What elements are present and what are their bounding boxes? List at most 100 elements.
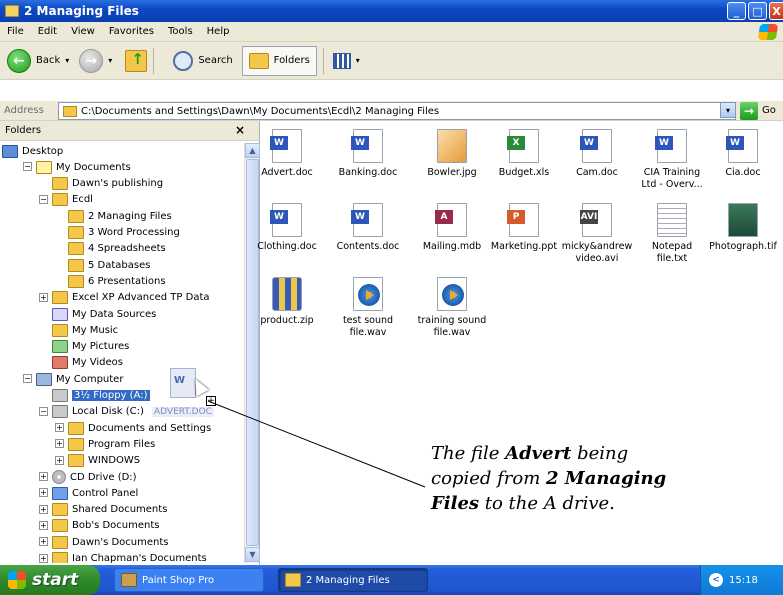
- tree-item-label: Ian Chapman's Documents: [72, 553, 207, 563]
- tree-item-label: My Videos: [72, 357, 123, 369]
- taskbar-item-paint-shop-pro[interactable]: Paint Shop Pro: [114, 568, 264, 592]
- start-button[interactable]: start: [0, 565, 100, 595]
- expand-icon[interactable]: +: [55, 439, 64, 449]
- tree-item[interactable]: 4 Spreadsheets: [68, 241, 166, 257]
- menu-help[interactable]: Help: [200, 26, 237, 37]
- file-item[interactable]: W Banking.doc: [326, 129, 410, 179]
- up-folder-icon[interactable]: [125, 49, 148, 72]
- file-item[interactable]: X Budget.xls: [482, 129, 566, 179]
- tree-item[interactable]: 3 Word Processing: [68, 225, 180, 241]
- close-pane-button[interactable]: ×: [235, 123, 245, 137]
- file-item[interactable]: Photograph.tif: [701, 203, 783, 253]
- collapse-icon[interactable]: −: [39, 406, 48, 416]
- tree-item[interactable]: 6 Presentations: [68, 273, 166, 289]
- collapse-icon[interactable]: −: [23, 374, 32, 384]
- file-item[interactable]: W Contents.doc: [326, 203, 410, 253]
- menu-tools[interactable]: Tools: [161, 26, 200, 37]
- maximize-button[interactable]: □: [748, 2, 767, 20]
- tree-item[interactable]: + Shared Documents: [39, 502, 167, 518]
- tree-item[interactable]: + Control Panel: [39, 485, 138, 501]
- chevron-down-icon[interactable]: ▾: [65, 56, 69, 65]
- file-item[interactable]: training sound file.wav: [410, 277, 494, 339]
- forward-arrow-icon: →: [79, 48, 104, 73]
- menu-file[interactable]: File: [0, 26, 31, 37]
- tree-item[interactable]: My Music: [52, 322, 118, 338]
- tree-item[interactable]: 2 Managing Files: [68, 208, 172, 224]
- tree-item[interactable]: My Videos: [52, 355, 123, 371]
- folders-pane-header: Folders ×: [0, 121, 259, 141]
- expand-icon[interactable]: +: [39, 520, 48, 530]
- file-name: test sound file.wav: [342, 315, 394, 338]
- file-name: Marketing.ppt: [490, 241, 558, 252]
- tray-icon[interactable]: <: [709, 573, 723, 587]
- search-label: Search: [198, 55, 233, 66]
- minimize-button[interactable]: _: [727, 2, 746, 20]
- expand-icon[interactable]: +: [39, 537, 48, 547]
- file-item[interactable]: product.zip: [245, 277, 329, 327]
- tree-item-label: Documents and Settings: [88, 422, 212, 434]
- go-label[interactable]: Go: [762, 105, 776, 116]
- taskbar-item-managing-files[interactable]: 2 Managing Files: [278, 568, 428, 592]
- menu-view[interactable]: View: [64, 26, 102, 37]
- expand-icon[interactable]: +: [55, 423, 64, 433]
- folders-button[interactable]: Folders: [241, 45, 317, 76]
- expand-icon[interactable]: +: [39, 553, 48, 563]
- file-type-badge: W: [270, 136, 288, 150]
- tree-item[interactable]: 3½ Floppy (A:): [52, 388, 150, 404]
- menu-edit[interactable]: Edit: [31, 26, 64, 37]
- go-button[interactable]: →: [740, 102, 758, 120]
- tree-item[interactable]: + WINDOWS: [55, 453, 140, 469]
- tree-item[interactable]: My Data Sources: [52, 306, 156, 322]
- tree-item[interactable]: − My Documents: [23, 159, 131, 175]
- scroll-down-button[interactable]: ▼: [245, 547, 260, 562]
- views-button[interactable]: ▾: [330, 46, 363, 76]
- file-item[interactable]: P Marketing.ppt: [482, 203, 566, 253]
- file-type-badge: W: [655, 136, 673, 150]
- file-item[interactable]: W Cam.doc: [555, 129, 639, 179]
- address-dropdown-button[interactable]: ▾: [720, 102, 736, 118]
- collapse-icon[interactable]: −: [23, 162, 32, 172]
- folder-icon: [52, 503, 68, 517]
- forward-button[interactable]: → ▾: [76, 46, 115, 76]
- tree-item[interactable]: + CD Drive (D:): [39, 469, 137, 485]
- tree-item-label: 6 Presentations: [88, 275, 166, 287]
- tree-item[interactable]: + Documents and Settings: [55, 420, 212, 436]
- expand-icon[interactable]: +: [39, 488, 48, 498]
- tree-item[interactable]: + Program Files: [55, 436, 155, 452]
- tree-item[interactable]: + Ian Chapman's Documents: [39, 551, 207, 563]
- tree-item[interactable]: − My Computer: [23, 371, 124, 387]
- tree-item-label: Excel XP Advanced TP Data: [72, 292, 210, 304]
- file-type-badge: W: [351, 136, 369, 150]
- expand-icon[interactable]: +: [39, 292, 48, 302]
- collapse-icon[interactable]: −: [39, 194, 48, 204]
- tree-item[interactable]: Desktop: [2, 143, 63, 159]
- tree-item[interactable]: My Pictures: [52, 339, 129, 355]
- tree-item-label: My Computer: [56, 373, 124, 385]
- file-name: Cia.doc: [725, 167, 761, 178]
- file-item[interactable]: test sound file.wav: [326, 277, 410, 339]
- back-button[interactable]: ← Back ▾: [4, 46, 72, 76]
- file-item[interactable]: W Cia.doc: [701, 129, 783, 179]
- tree-item[interactable]: + Excel XP Advanced TP Data: [39, 290, 210, 306]
- chevron-down-icon[interactable]: ▾: [356, 56, 360, 65]
- file-item[interactable]: AVI micky&andrew video.avi: [555, 203, 639, 265]
- address-input[interactable]: C:\Documents and Settings\Dawn\My Docume…: [58, 102, 736, 120]
- tree-item[interactable]: − Ecdl: [39, 192, 93, 208]
- menu-favorites[interactable]: Favorites: [102, 26, 161, 37]
- file-item[interactable]: W Clothing.doc: [245, 203, 329, 253]
- file-type-badge: W: [270, 210, 288, 224]
- close-button[interactable]: X: [769, 2, 783, 20]
- tree-item[interactable]: 5 Databases: [68, 257, 150, 273]
- file-item[interactable]: W Advert.doc: [245, 129, 329, 179]
- expand-icon[interactable]: +: [55, 455, 64, 465]
- pictures-folder-icon: [52, 340, 68, 354]
- expand-icon[interactable]: +: [39, 504, 48, 514]
- expand-icon[interactable]: +: [39, 472, 48, 481]
- chevron-down-icon[interactable]: ▾: [108, 56, 112, 65]
- tree-item[interactable]: + Bob's Documents: [39, 518, 159, 534]
- search-button[interactable]: Search: [164, 46, 235, 76]
- tree-item[interactable]: Dawn's publishing: [52, 176, 163, 192]
- tree-item[interactable]: − Local Disk (C:): [39, 404, 144, 420]
- tree-item-label: 5 Databases: [88, 259, 151, 271]
- tree-item[interactable]: + Dawn's Documents: [39, 534, 169, 550]
